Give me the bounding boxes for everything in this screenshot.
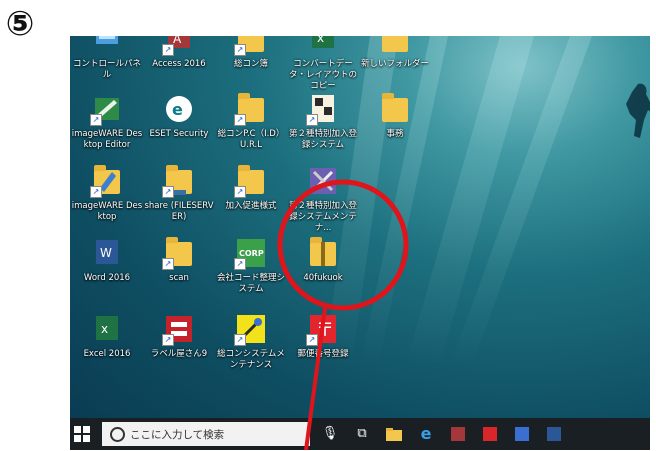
annotation-overlay: [277, 179, 409, 450]
highlight-circle: [277, 179, 409, 311]
highlight-pointer-line: [304, 307, 327, 450]
